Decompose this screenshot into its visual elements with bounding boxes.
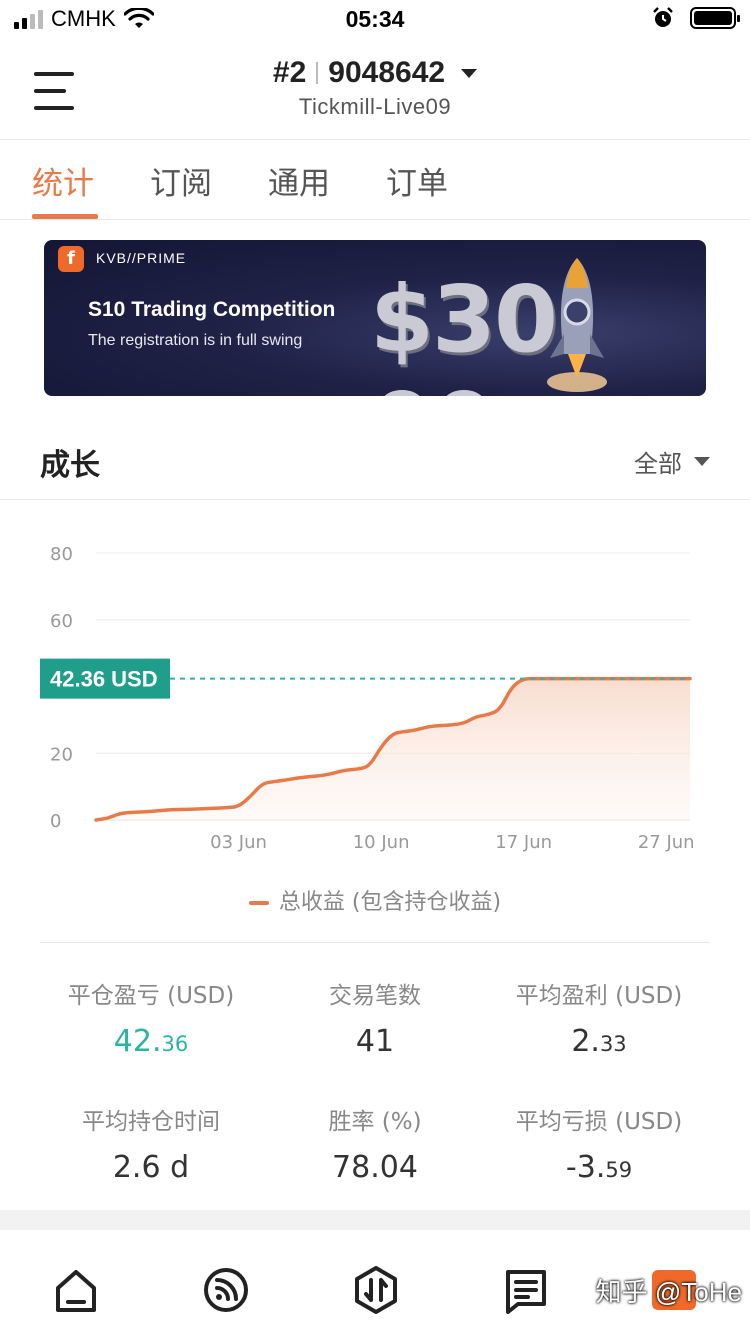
section-gap (0, 1210, 750, 1230)
stat-trade-count: 交易笔数 41 (329, 983, 421, 1059)
watermark: 知乎 @ToHe (595, 1277, 742, 1307)
stat-avg-profit: 平均盈利 (USD) 2.33 (515, 983, 683, 1059)
status-right (652, 7, 740, 29)
growth-header: 成长 全部 (0, 400, 750, 500)
current-value-badge: 42.36 USD (40, 658, 170, 699)
account-switcher[interactable]: #2 9048642 Tickmill-Live09 (0, 56, 750, 120)
y-tick-label: 60 (50, 611, 73, 632)
legend-swatch (248, 901, 269, 905)
legend-label: 总收益 (包含持仓收益) (278, 890, 502, 915)
bottom-nav: 知乎 @ToHe (0, 1230, 750, 1334)
tab-general[interactable]: 通用 (268, 158, 330, 203)
status-bar: CMHK 05:34 (0, 0, 750, 40)
x-tick-label: 10 Jun (353, 832, 410, 853)
y-tick-label: 0 (50, 811, 61, 832)
x-tick-label: 03 Jun (210, 832, 267, 853)
period-filter-label: 全部 (634, 450, 682, 478)
alarm-icon (653, 7, 673, 27)
y-tick-label: 80 (50, 544, 73, 565)
battery-icon (690, 7, 740, 29)
stat-win-rate: 胜率 (%) 78.04 (328, 1109, 422, 1185)
x-tick-label: 17 Jun (495, 832, 552, 853)
chevron-down-icon (461, 68, 478, 78)
trade-icon[interactable] (352, 1266, 400, 1314)
x-tick-label: 27 Jun (638, 832, 695, 853)
tab-subscribe[interactable]: 订阅 (150, 158, 212, 203)
clock: 05:34 (345, 6, 405, 32)
current-value-label: 42.36 USD (50, 667, 158, 692)
banner-title: S10 Trading Competition (88, 298, 336, 321)
active-tab-indicator (32, 214, 98, 219)
app-header: #2 9048642 Tickmill-Live09 (0, 40, 750, 140)
tab-bar: 统计 订阅 通用 订单 (0, 140, 750, 220)
chart-legend: 总收益 (包含持仓收益) (0, 884, 750, 916)
logo-icon: f (58, 246, 84, 272)
banner-brand: KVB//PRIME (96, 250, 187, 266)
news-icon[interactable] (502, 1266, 550, 1314)
signals-icon[interactable] (202, 1266, 250, 1314)
stat-closed-pnl: 平仓盈亏 (USD) 42.36 (67, 983, 235, 1059)
promo-banner[interactable]: f KVB//PRIME S10 Trading Competition The… (44, 240, 706, 396)
server-name: Tickmill-Live09 (298, 94, 452, 119)
stat-avg-loss: 平均亏损 (USD) -3.59 (515, 1109, 683, 1185)
rocket-icon (547, 258, 607, 392)
account-id: 9048642 (328, 56, 446, 89)
growth-title: 成长 (40, 448, 100, 483)
chevron-down-icon (694, 457, 710, 466)
growth-chart: 80 60 20 0 03 Jun 10 Jun 17 Jun 27 Jun 42.36 U… (40, 544, 695, 853)
tab-statistics[interactable]: 统计 (32, 158, 94, 203)
y-tick-label: 20 (50, 744, 73, 765)
growth-area (96, 678, 690, 820)
account-number: #2 (272, 56, 307, 89)
tab-orders[interactable]: 订单 (386, 158, 448, 203)
period-filter[interactable]: 全部 (634, 444, 710, 479)
stat-avg-hold-time: 平均持仓时间 2.6 d (82, 1109, 220, 1185)
banner-subtitle: The registration is in full swing (88, 332, 303, 349)
divider (316, 62, 319, 84)
home-icon[interactable] (52, 1266, 100, 1314)
divider (40, 942, 710, 943)
